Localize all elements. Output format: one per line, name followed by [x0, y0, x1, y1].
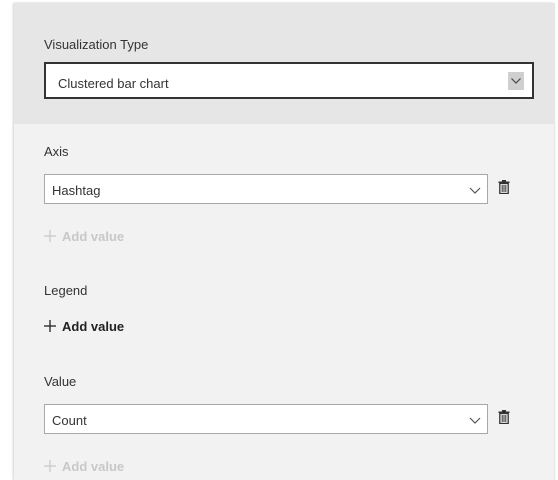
window: Visualization Type Clustered bar chart A… [0, 0, 558, 480]
legend-add-value-button[interactable]: Add value [44, 317, 124, 335]
value-field-value: Count [52, 413, 87, 428]
axis-label: Axis [44, 144, 69, 159]
legend-add-value-label: Add value [62, 318, 125, 334]
legend-label: Legend [44, 283, 88, 298]
visualization-type-dropdown[interactable]: Clustered bar chart [44, 62, 534, 99]
axis-add-value-label: Add value [62, 228, 125, 244]
value-label: Value [44, 374, 77, 389]
axis-field-dropdown[interactable]: Hashtag [44, 174, 488, 204]
plus-icon [44, 230, 56, 242]
visualization-type-label: Visualization Type [44, 37, 149, 52]
visualization-type-value: Clustered bar chart [58, 76, 169, 91]
chevron-down-icon[interactable] [508, 72, 524, 90]
plus-icon [44, 460, 56, 472]
trash-icon[interactable] [498, 410, 510, 424]
left-gutter [0, 0, 14, 480]
trash-icon[interactable] [498, 180, 510, 194]
visualization-type-section: Visualization Type Clustered bar chart [14, 3, 554, 124]
value-add-value-button[interactable]: Add value [44, 457, 124, 475]
plus-icon [44, 320, 56, 332]
chevron-down-icon[interactable] [469, 185, 481, 195]
value-field-dropdown[interactable]: Count [44, 404, 488, 434]
axis-field-value: Hashtag [52, 183, 101, 198]
value-add-value-label: Add value [62, 458, 125, 474]
visualization-properties-panel: Visualization Type Clustered bar chart A… [14, 3, 554, 480]
axis-add-value-button[interactable]: Add value [44, 227, 124, 245]
chevron-down-icon[interactable] [469, 415, 481, 425]
